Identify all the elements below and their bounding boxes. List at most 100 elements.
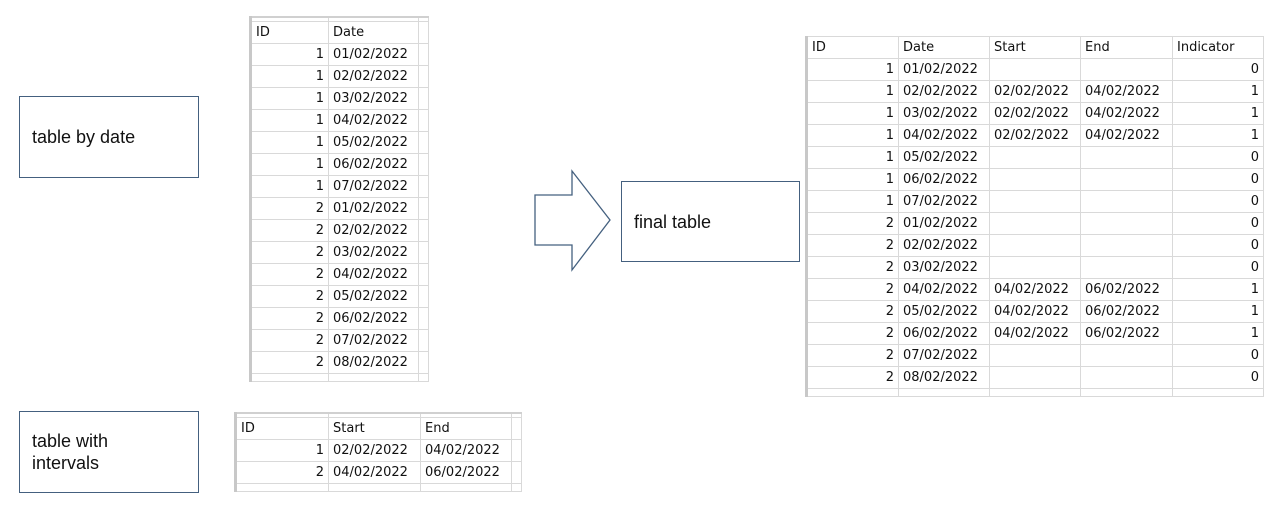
empty-cell[interactable]: [418, 174, 429, 198]
cell-indicator[interactable]: 1: [1172, 322, 1264, 345]
cell-id[interactable]: 2: [805, 322, 899, 345]
cell-id[interactable]: 1: [805, 168, 899, 191]
cell-id[interactable]: 2: [249, 328, 329, 352]
cell-date[interactable]: 04/02/2022: [898, 278, 990, 301]
cell-id[interactable]: 1: [249, 86, 329, 110]
header-cell-date[interactable]: Date: [898, 36, 990, 59]
cell-date[interactable]: 07/02/2022: [328, 174, 419, 198]
cell-end[interactable]: [1080, 58, 1173, 81]
cell-id[interactable]: 1: [234, 438, 329, 462]
cell-id[interactable]: 1: [249, 42, 329, 66]
cell-date[interactable]: 01/02/2022: [328, 42, 419, 66]
cell-id[interactable]: 2: [805, 234, 899, 257]
empty-cell[interactable]: [418, 108, 429, 132]
cell-id[interactable]: 2: [249, 218, 329, 242]
cell-id[interactable]: 2: [249, 240, 329, 264]
cell-end[interactable]: 04/02/2022: [1080, 102, 1173, 125]
cell-date[interactable]: 07/02/2022: [898, 190, 990, 213]
cell-start[interactable]: 02/02/2022: [989, 124, 1081, 147]
cell-id[interactable]: 2: [805, 366, 899, 389]
empty-cell[interactable]: [418, 20, 429, 44]
cell-id[interactable]: 2: [805, 256, 899, 279]
cell-indicator[interactable]: 1: [1172, 124, 1264, 147]
cell-end[interactable]: [1080, 168, 1173, 191]
cell-indicator[interactable]: 1: [1172, 102, 1264, 125]
cell-start[interactable]: [989, 190, 1081, 213]
cell-date[interactable]: 03/02/2022: [898, 102, 990, 125]
cell-start[interactable]: [989, 344, 1081, 367]
header-cell-id[interactable]: ID: [249, 20, 329, 44]
cell-date[interactable]: 07/02/2022: [328, 328, 419, 352]
cell-end[interactable]: 06/02/2022: [1080, 278, 1173, 301]
cell-date[interactable]: 08/02/2022: [328, 350, 419, 374]
empty-cell[interactable]: [418, 218, 429, 242]
cell-indicator[interactable]: 0: [1172, 212, 1264, 235]
cell-date[interactable]: 01/02/2022: [898, 212, 990, 235]
cell-id[interactable]: 2: [249, 284, 329, 308]
cell-end[interactable]: [1080, 344, 1173, 367]
cell-id[interactable]: 2: [249, 350, 329, 374]
empty-cell[interactable]: [418, 350, 429, 374]
cell-date[interactable]: 07/02/2022: [898, 344, 990, 367]
cell-date[interactable]: 03/02/2022: [328, 86, 419, 110]
empty-cell[interactable]: [511, 438, 522, 462]
cell-indicator[interactable]: 0: [1172, 168, 1264, 191]
cell-id[interactable]: 1: [805, 146, 899, 169]
cell-date[interactable]: 05/02/2022: [328, 284, 419, 308]
cell-end[interactable]: [1080, 234, 1173, 257]
cell-id[interactable]: 2: [805, 212, 899, 235]
cell-id[interactable]: 1: [805, 190, 899, 213]
cell-date[interactable]: 04/02/2022: [328, 108, 419, 132]
cell-date[interactable]: 01/02/2022: [898, 58, 990, 81]
cell-start[interactable]: [989, 58, 1081, 81]
cell-indicator[interactable]: 0: [1172, 366, 1264, 389]
cell-date[interactable]: 04/02/2022: [328, 262, 419, 286]
header-cell-id[interactable]: ID: [805, 36, 899, 59]
cell-id[interactable]: 2: [805, 300, 899, 323]
cell-id[interactable]: 1: [249, 64, 329, 88]
cell-start[interactable]: [989, 256, 1081, 279]
empty-cell[interactable]: [511, 416, 522, 440]
empty-cell[interactable]: [418, 284, 429, 308]
cell-indicator[interactable]: 0: [1172, 344, 1264, 367]
cell-end[interactable]: 06/02/2022: [420, 460, 512, 484]
cell-end[interactable]: 06/02/2022: [1080, 322, 1173, 345]
empty-cell[interactable]: [418, 262, 429, 286]
cell-start[interactable]: [989, 146, 1081, 169]
cell-id[interactable]: 1: [249, 174, 329, 198]
cell-indicator[interactable]: 1: [1172, 300, 1264, 323]
cell-start[interactable]: [989, 212, 1081, 235]
cell-start[interactable]: [989, 168, 1081, 191]
empty-cell[interactable]: [511, 460, 522, 484]
cell-id[interactable]: 2: [234, 460, 329, 484]
cell-id[interactable]: 2: [249, 196, 329, 220]
cell-id[interactable]: 1: [249, 130, 329, 154]
empty-cell[interactable]: [418, 152, 429, 176]
header-cell-start[interactable]: Start: [989, 36, 1081, 59]
cell-date[interactable]: 06/02/2022: [328, 306, 419, 330]
cell-date[interactable]: 03/02/2022: [328, 240, 419, 264]
cell-start[interactable]: [989, 366, 1081, 389]
cell-id[interactable]: 1: [249, 152, 329, 176]
cell-id[interactable]: 1: [249, 108, 329, 132]
cell-date[interactable]: 04/02/2022: [898, 124, 990, 147]
cell-indicator[interactable]: 0: [1172, 190, 1264, 213]
cell-end[interactable]: 06/02/2022: [1080, 300, 1173, 323]
cell-indicator[interactable]: 1: [1172, 278, 1264, 301]
cell-end[interactable]: [1080, 212, 1173, 235]
cell-start[interactable]: 02/02/2022: [989, 80, 1081, 103]
cell-date[interactable]: 06/02/2022: [898, 322, 990, 345]
cell-indicator[interactable]: 0: [1172, 58, 1264, 81]
cell-start[interactable]: 04/02/2022: [989, 322, 1081, 345]
cell-id[interactable]: 2: [249, 306, 329, 330]
cell-id[interactable]: 2: [805, 278, 899, 301]
cell-end[interactable]: [1080, 256, 1173, 279]
cell-start[interactable]: 02/02/2022: [328, 438, 421, 462]
cell-id[interactable]: 1: [805, 124, 899, 147]
cell-date[interactable]: 01/02/2022: [328, 196, 419, 220]
cell-end[interactable]: 04/02/2022: [1080, 80, 1173, 103]
header-cell-date[interactable]: Date: [328, 20, 419, 44]
cell-date[interactable]: 05/02/2022: [328, 130, 419, 154]
cell-indicator[interactable]: 1: [1172, 80, 1264, 103]
cell-date[interactable]: 02/02/2022: [898, 80, 990, 103]
